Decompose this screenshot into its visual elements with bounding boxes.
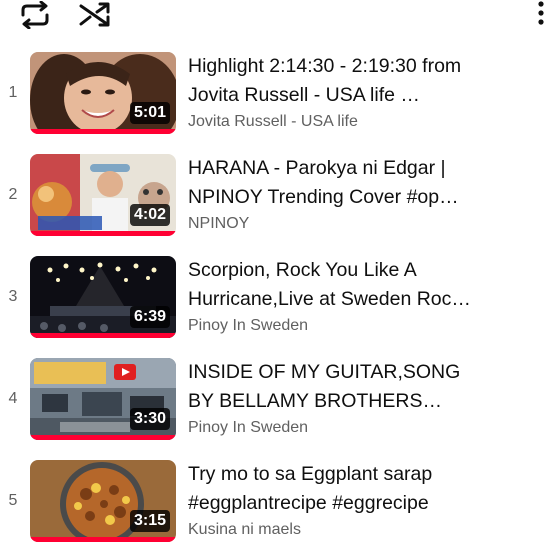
playlist-item-index: 3 bbox=[8, 288, 18, 305]
playlist-toolbar bbox=[0, 0, 560, 36]
video-thumbnail[interactable]: 4:02 bbox=[30, 154, 176, 236]
playlist: 1 5:01 Highlight 2:14:30 - 2:19:30 from … bbox=[0, 48, 560, 558]
more-actions-button[interactable] bbox=[526, 0, 556, 30]
video-title[interactable]: Highlight 2:14:30 - 2:19:30 from Jovita … bbox=[188, 52, 488, 110]
playlist-item-index: 4 bbox=[8, 390, 18, 407]
video-duration: 4:02 bbox=[129, 204, 170, 226]
video-thumbnail[interactable]: 5:01 bbox=[30, 52, 176, 134]
shuffle-icon bbox=[79, 2, 110, 27]
video-title[interactable]: HARANA - Parokya ni Edgar | NPINOY Trend… bbox=[188, 154, 488, 212]
video-meta: Highlight 2:14:30 - 2:19:30 from Jovita … bbox=[188, 52, 488, 132]
channel-name[interactable]: Pinoy In Sweden bbox=[188, 418, 488, 438]
video-duration: 6:39 bbox=[129, 306, 170, 328]
channel-name[interactable]: NPINOY bbox=[188, 214, 488, 234]
shuffle-button[interactable] bbox=[78, 0, 112, 30]
playlist-item[interactable]: 1 5:01 Highlight 2:14:30 - 2:19:30 from … bbox=[0, 48, 560, 150]
video-thumbnail[interactable]: 3:30 bbox=[30, 358, 176, 440]
watch-progress-bar bbox=[30, 537, 176, 542]
video-title[interactable]: Scorpion, Rock You Like A Hurricane,Live… bbox=[188, 256, 488, 314]
playlist-item-index: 2 bbox=[8, 186, 18, 203]
video-title[interactable]: Try mo to sa Eggplant sarap #eggplantrec… bbox=[188, 460, 488, 518]
playlist-item-index: 5 bbox=[8, 492, 18, 509]
video-meta: Scorpion, Rock You Like A Hurricane,Live… bbox=[188, 256, 488, 336]
video-duration: 5:01 bbox=[129, 102, 170, 124]
video-thumbnail[interactable]: 6:39 bbox=[30, 256, 176, 338]
video-duration: 3:15 bbox=[129, 510, 170, 532]
playlist-item[interactable]: 4 3:30 INSIDE OF MY GUITAR,SONG BY BELLA… bbox=[0, 354, 560, 456]
more-vertical-icon bbox=[538, 1, 544, 25]
channel-name[interactable]: Jovita Russell - USA life bbox=[188, 112, 488, 132]
video-meta: HARANA - Parokya ni Edgar | NPINOY Trend… bbox=[188, 154, 488, 234]
repeat-icon bbox=[21, 1, 49, 29]
video-meta: Try mo to sa Eggplant sarap #eggplantrec… bbox=[188, 460, 488, 540]
watch-progress-bar bbox=[30, 435, 176, 440]
watch-progress-bar bbox=[30, 129, 176, 134]
loop-button[interactable] bbox=[18, 0, 52, 30]
playlist-item[interactable]: 2 4:02 HARANA - Parokya ni Edgar | NPINO… bbox=[0, 150, 560, 252]
watch-progress-bar bbox=[30, 333, 176, 338]
playlist-item[interactable]: 5 3:15 Try mo to sa Eggplant sarap #eggp… bbox=[0, 456, 560, 558]
playlist-item[interactable]: 3 6:39 Scorpion, Rock You Like A Hurrica… bbox=[0, 252, 560, 354]
video-duration: 3:30 bbox=[129, 408, 170, 430]
watch-progress-fill bbox=[30, 435, 176, 440]
watch-progress-fill bbox=[30, 333, 176, 338]
watch-progress-fill bbox=[30, 231, 176, 236]
video-meta: INSIDE OF MY GUITAR,SONG BY BELLAMY BROT… bbox=[188, 358, 488, 438]
watch-progress-bar bbox=[30, 231, 176, 236]
watch-progress-fill bbox=[30, 537, 176, 542]
playlist-item-index: 1 bbox=[8, 84, 18, 101]
video-title[interactable]: INSIDE OF MY GUITAR,SONG BY BELLAMY BROT… bbox=[188, 358, 488, 416]
channel-name[interactable]: Kusina ni maels bbox=[188, 520, 488, 540]
video-thumbnail[interactable]: 3:15 bbox=[30, 460, 176, 542]
watch-progress-fill bbox=[30, 129, 176, 134]
channel-name[interactable]: Pinoy In Sweden bbox=[188, 316, 488, 336]
